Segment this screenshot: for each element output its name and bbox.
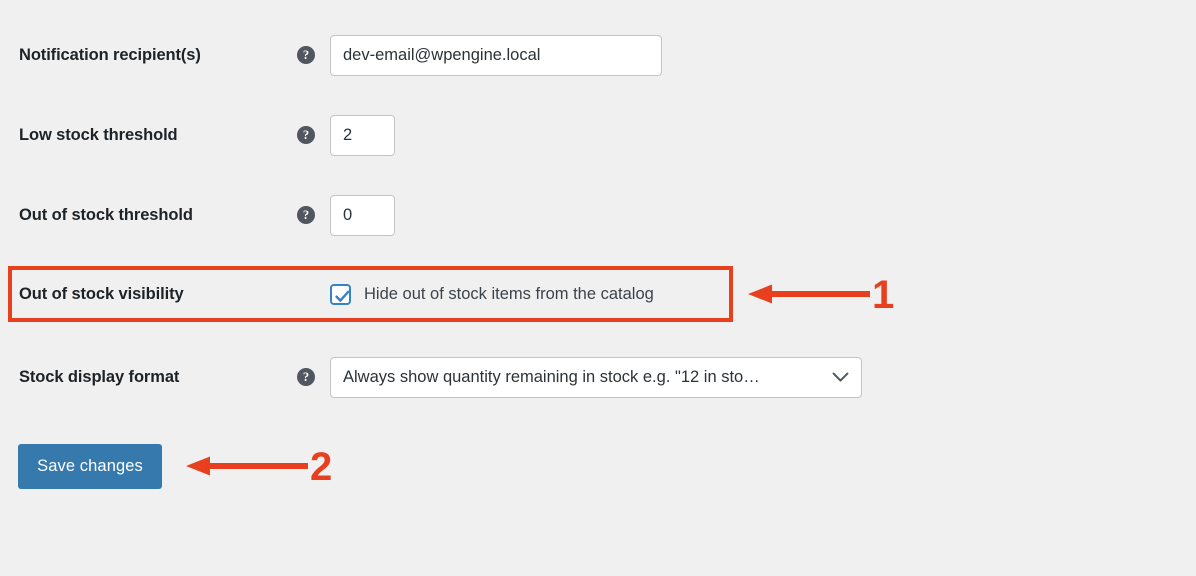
settings-page: Notification recipient(s) ? Low stock th… — [0, 0, 1196, 576]
annotation-arrow-2-icon — [186, 456, 308, 476]
form-row-out-of-stock-visibility: Out of stock visibility Hide out of stoc… — [0, 278, 1196, 310]
help-slot-low-stock-threshold: ? — [282, 126, 330, 144]
label-out-of-stock-visibility: Out of stock visibility — [19, 284, 184, 303]
chevron-down-icon[interactable] — [832, 372, 849, 383]
out-of-stock-visibility-checkbox-group[interactable]: Hide out of stock items from the catalog — [330, 283, 654, 305]
notification-recipients-input[interactable] — [330, 34, 662, 76]
help-circle-icon[interactable]: ? — [297, 368, 315, 386]
help-circle-icon[interactable]: ? — [297, 46, 315, 64]
annotation-number-2: 2 — [310, 445, 333, 489]
form-row-out-of-stock-threshold: Out of stock threshold ? — [0, 194, 1196, 236]
label-notification-recipients: Notification recipient(s) — [19, 45, 201, 64]
form-row-notification-recipients: Notification recipient(s) ? — [0, 34, 1196, 76]
label-stock-display-format: Stock display format — [19, 367, 180, 386]
stock-display-format-select[interactable]: Always show quantity remaining in stock … — [330, 356, 862, 398]
help-circle-icon[interactable]: ? — [297, 126, 315, 144]
stock-display-format-selected-value: Always show quantity remaining in stock … — [343, 367, 760, 386]
hide-out-of-stock-checkbox-label[interactable]: Hide out of stock items from the catalog — [364, 285, 654, 304]
out-of-stock-threshold-input[interactable] — [330, 194, 395, 236]
label-out-of-stock-threshold: Out of stock threshold — [19, 205, 193, 224]
help-circle-icon[interactable]: ? — [297, 206, 315, 224]
low-stock-threshold-input[interactable] — [330, 114, 395, 156]
save-changes-button[interactable]: Save changes — [18, 444, 162, 489]
help-slot-out-of-stock-threshold: ? — [282, 206, 330, 224]
annotation-number-1: 1 — [872, 273, 895, 317]
label-low-stock-threshold: Low stock threshold — [19, 125, 178, 144]
help-slot-notification-recipients: ? — [282, 46, 330, 64]
checkmark-icon — [335, 290, 350, 302]
hide-out-of-stock-checkbox[interactable] — [330, 283, 351, 305]
help-slot-stock-display-format: ? — [282, 368, 330, 386]
form-row-stock-display-format: Stock display format ? Always show quant… — [0, 356, 1196, 398]
form-row-low-stock-threshold: Low stock threshold ? — [0, 114, 1196, 156]
